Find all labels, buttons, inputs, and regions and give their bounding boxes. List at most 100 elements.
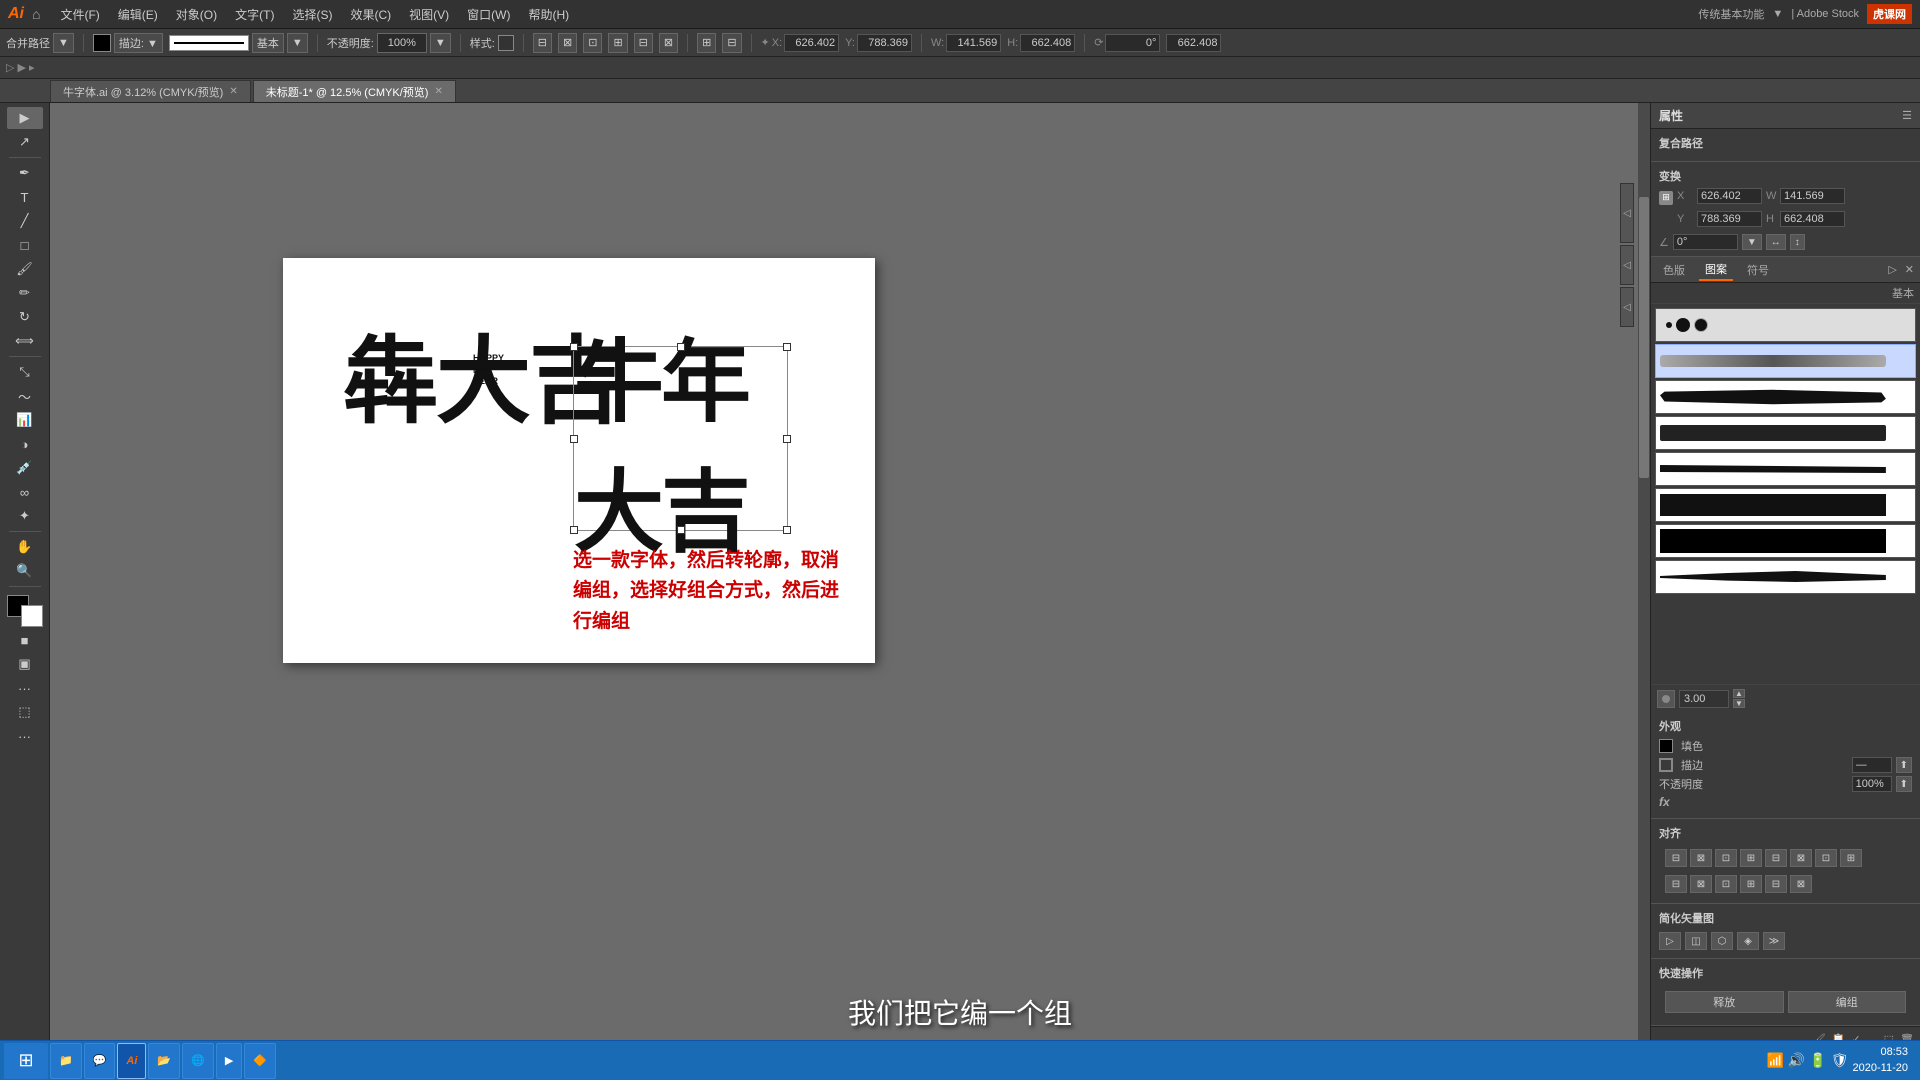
menu-effect[interactable]: 效果(C) bbox=[342, 3, 399, 26]
tool-gradient2[interactable]: ▣ bbox=[7, 653, 43, 675]
vertical-scrollbar[interactable] bbox=[1638, 103, 1650, 1040]
home-icon[interactable]: ⌂ bbox=[32, 6, 40, 22]
tray-clock[interactable]: 08:53 2020-11-20 bbox=[1853, 1045, 1908, 1076]
brush-item-0[interactable] bbox=[1655, 308, 1916, 342]
tool-rotate[interactable]: ↻ bbox=[7, 306, 43, 328]
coord-y-input[interactable] bbox=[857, 34, 912, 52]
handle-tc[interactable] bbox=[677, 343, 685, 351]
tool-blend[interactable]: ∞ bbox=[7, 481, 43, 503]
align-bottom[interactable]: ⊠ bbox=[659, 33, 678, 53]
tool-extras[interactable]: ··· bbox=[7, 677, 43, 699]
canvas-area[interactable]: 犇大吉 HAPPYNIUYEAR 牛年大吉 bbox=[50, 103, 1650, 1052]
brush-item-3[interactable] bbox=[1655, 416, 1916, 450]
panel-collapse-btn-2[interactable]: ◁ bbox=[1620, 245, 1634, 285]
align-center-h[interactable]: ⊠ bbox=[558, 33, 577, 53]
tool-artboard[interactable]: ⬚ bbox=[7, 701, 43, 723]
background-color[interactable] bbox=[21, 605, 43, 627]
handle-tl[interactable] bbox=[570, 343, 578, 351]
tab-0[interactable]: 牛字体.ai @ 3.12% (CMYK/预览) ✕ bbox=[50, 80, 251, 102]
stroke-options[interactable]: 描边: ▼ bbox=[114, 33, 163, 53]
align-extra2[interactable]: ⊞ bbox=[1840, 849, 1862, 867]
tool-scale[interactable]: ⤡ bbox=[7, 361, 43, 383]
angle-input[interactable] bbox=[1105, 34, 1160, 52]
simplify-btn-3[interactable]: ⬡ bbox=[1711, 932, 1733, 950]
stroke-preset-dropdown[interactable]: 基本 bbox=[252, 33, 284, 53]
simplify-btn-4[interactable]: ◈ bbox=[1737, 932, 1759, 950]
align-right-btn[interactable]: ⊡ bbox=[1715, 849, 1737, 867]
btn-edit[interactable]: 编组 bbox=[1788, 991, 1907, 1013]
handle-tr[interactable] bbox=[783, 343, 791, 351]
handle-bl[interactable] bbox=[570, 526, 578, 534]
menu-file[interactable]: 文件(F) bbox=[52, 3, 107, 26]
brush-tab-pattern[interactable]: 图案 bbox=[1699, 259, 1733, 281]
taskbar-app-misc[interactable]: 🔶 bbox=[244, 1043, 276, 1079]
x-input[interactable] bbox=[1697, 188, 1762, 204]
distrib-cy-btn[interactable]: ⊟ bbox=[1765, 875, 1787, 893]
distrib-cx-btn[interactable]: ⊠ bbox=[1690, 875, 1712, 893]
taskbar-app-media[interactable]: ▶ bbox=[216, 1043, 242, 1079]
y-input[interactable] bbox=[1697, 211, 1762, 227]
distrib-left-btn[interactable]: ⊟ bbox=[1665, 875, 1687, 893]
tray-volume[interactable]: 🔊 bbox=[1788, 1052, 1805, 1069]
tool-paintbrush[interactable]: 🖌 bbox=[7, 258, 43, 280]
distrib-top-btn[interactable]: ⊞ bbox=[1740, 875, 1762, 893]
brush-tab-symbol[interactable]: 符号 bbox=[1741, 260, 1775, 280]
tool-rect[interactable]: □ bbox=[7, 234, 43, 256]
align-center-h-btn[interactable]: ⊠ bbox=[1690, 849, 1712, 867]
tool-gradient[interactable]: ◑ bbox=[7, 433, 43, 455]
stroke-color-box[interactable] bbox=[93, 34, 111, 52]
align-bottom-btn[interactable]: ⊠ bbox=[1790, 849, 1812, 867]
tool-eyedropper[interactable]: 💉 bbox=[7, 457, 43, 479]
distrib-bottom-btn[interactable]: ⊠ bbox=[1790, 875, 1812, 893]
handle-br[interactable] bbox=[783, 526, 791, 534]
angle-input-panel[interactable] bbox=[1673, 234, 1738, 250]
workspace-dropdown-icon[interactable]: ▼ bbox=[1772, 8, 1783, 20]
tool-line[interactable]: ╱ bbox=[7, 210, 43, 232]
menu-object[interactable]: 对象(O) bbox=[168, 3, 225, 26]
opacity-stepper[interactable]: ⬆ bbox=[1896, 776, 1912, 792]
coord-w-input[interactable] bbox=[946, 34, 1001, 52]
tool-select[interactable]: ▶ bbox=[7, 107, 43, 129]
coord-h-input[interactable] bbox=[1020, 34, 1075, 52]
properties-menu-icon[interactable]: ☰ bbox=[1902, 109, 1912, 122]
opacity-input[interactable] bbox=[377, 33, 427, 53]
tool-pen[interactable]: ✒ bbox=[7, 162, 43, 184]
brush-grid[interactable] bbox=[1651, 304, 1920, 684]
scroll-thumb-v[interactable] bbox=[1639, 197, 1649, 478]
tray-network[interactable]: 📶 bbox=[1766, 1052, 1783, 1069]
handle-mr[interactable] bbox=[783, 435, 791, 443]
flip-v-btn[interactable]: ↕ bbox=[1790, 234, 1805, 250]
tool-warp[interactable]: 〜 bbox=[7, 385, 43, 407]
path-type-dropdown[interactable]: ▼ bbox=[53, 33, 74, 53]
flip-h-btn[interactable]: ↔ bbox=[1766, 234, 1786, 250]
style-swatch[interactable] bbox=[498, 35, 514, 51]
handle-ml[interactable] bbox=[570, 435, 578, 443]
brush-item-5[interactable] bbox=[1655, 488, 1916, 522]
tab-1-close[interactable]: ✕ bbox=[434, 86, 442, 97]
brush-tab-color[interactable]: 色版 bbox=[1657, 260, 1691, 280]
align-right[interactable]: ⊡ bbox=[583, 33, 602, 53]
simplify-btn-1[interactable]: ▷ bbox=[1659, 932, 1681, 950]
taskbar-app-ie[interactable]: 🌐 bbox=[182, 1043, 214, 1079]
brush-panel-menu[interactable]: ▷ bbox=[1888, 263, 1896, 276]
calligraphy-right-selected[interactable]: 牛年大吉 bbox=[573, 346, 788, 531]
distrib-v[interactable]: ⊟ bbox=[722, 33, 741, 53]
tool-direct-select[interactable]: ↗ bbox=[7, 131, 43, 153]
btn-expand[interactable]: 释放 bbox=[1665, 991, 1784, 1013]
taskbar-app-explorer[interactable]: 📁 bbox=[50, 1043, 82, 1079]
angle-dropdown[interactable]: ▼ bbox=[1742, 234, 1762, 250]
stroke-dropdown-arrow[interactable]: ▼ bbox=[287, 33, 308, 53]
stroke-width-panel[interactable] bbox=[1852, 757, 1892, 773]
align-center-v-btn[interactable]: ⊟ bbox=[1765, 849, 1787, 867]
coord-x-input[interactable] bbox=[784, 34, 839, 52]
tool-mirror[interactable]: ⟺ bbox=[7, 330, 43, 352]
handle-bc[interactable] bbox=[677, 526, 685, 534]
tool-graph[interactable]: 📊 bbox=[7, 409, 43, 431]
brush-panel-close[interactable]: ✕ bbox=[1905, 263, 1914, 276]
tool-fill[interactable]: ■ bbox=[7, 629, 43, 651]
align-left-btn[interactable]: ⊟ bbox=[1665, 849, 1687, 867]
distrib-h[interactable]: ⊞ bbox=[697, 33, 716, 53]
menu-edit[interactable]: 编辑(E) bbox=[110, 3, 166, 26]
panel-collapse-btn-1[interactable]: ◁ bbox=[1620, 183, 1634, 243]
tool-zoom[interactable]: 🔍 bbox=[7, 560, 43, 582]
